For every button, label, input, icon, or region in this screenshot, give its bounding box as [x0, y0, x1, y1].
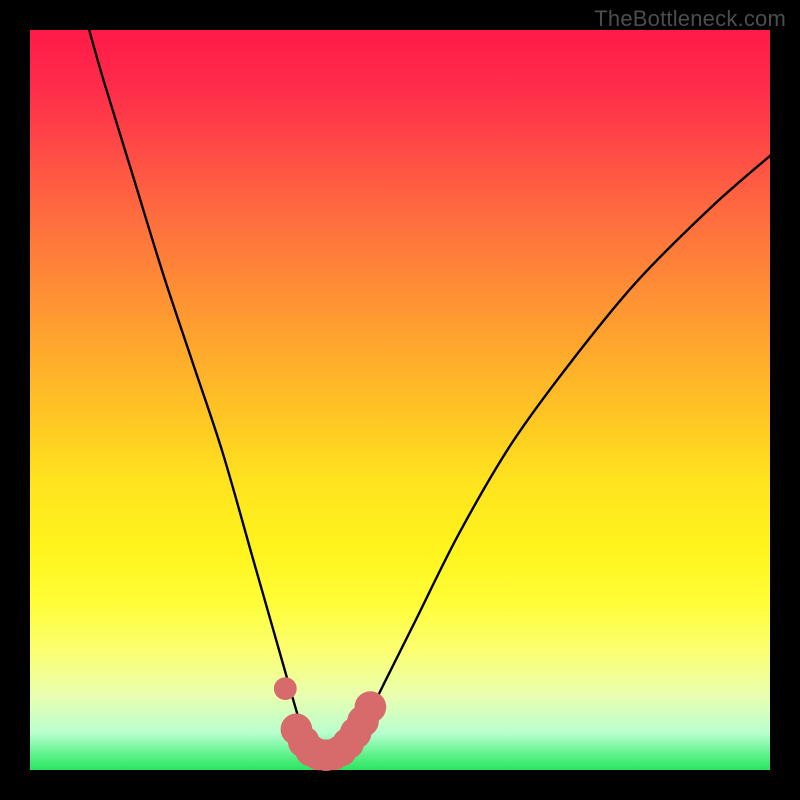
highlight-dots	[274, 677, 386, 771]
chart-frame: TheBottleneck.com	[0, 0, 800, 800]
curve-svg	[30, 30, 770, 770]
highlight-dot	[274, 677, 297, 700]
watermark-text: TheBottleneck.com	[594, 6, 786, 32]
bottleneck-curve	[89, 30, 770, 756]
plot-area	[30, 30, 770, 770]
highlight-dot	[355, 691, 387, 723]
